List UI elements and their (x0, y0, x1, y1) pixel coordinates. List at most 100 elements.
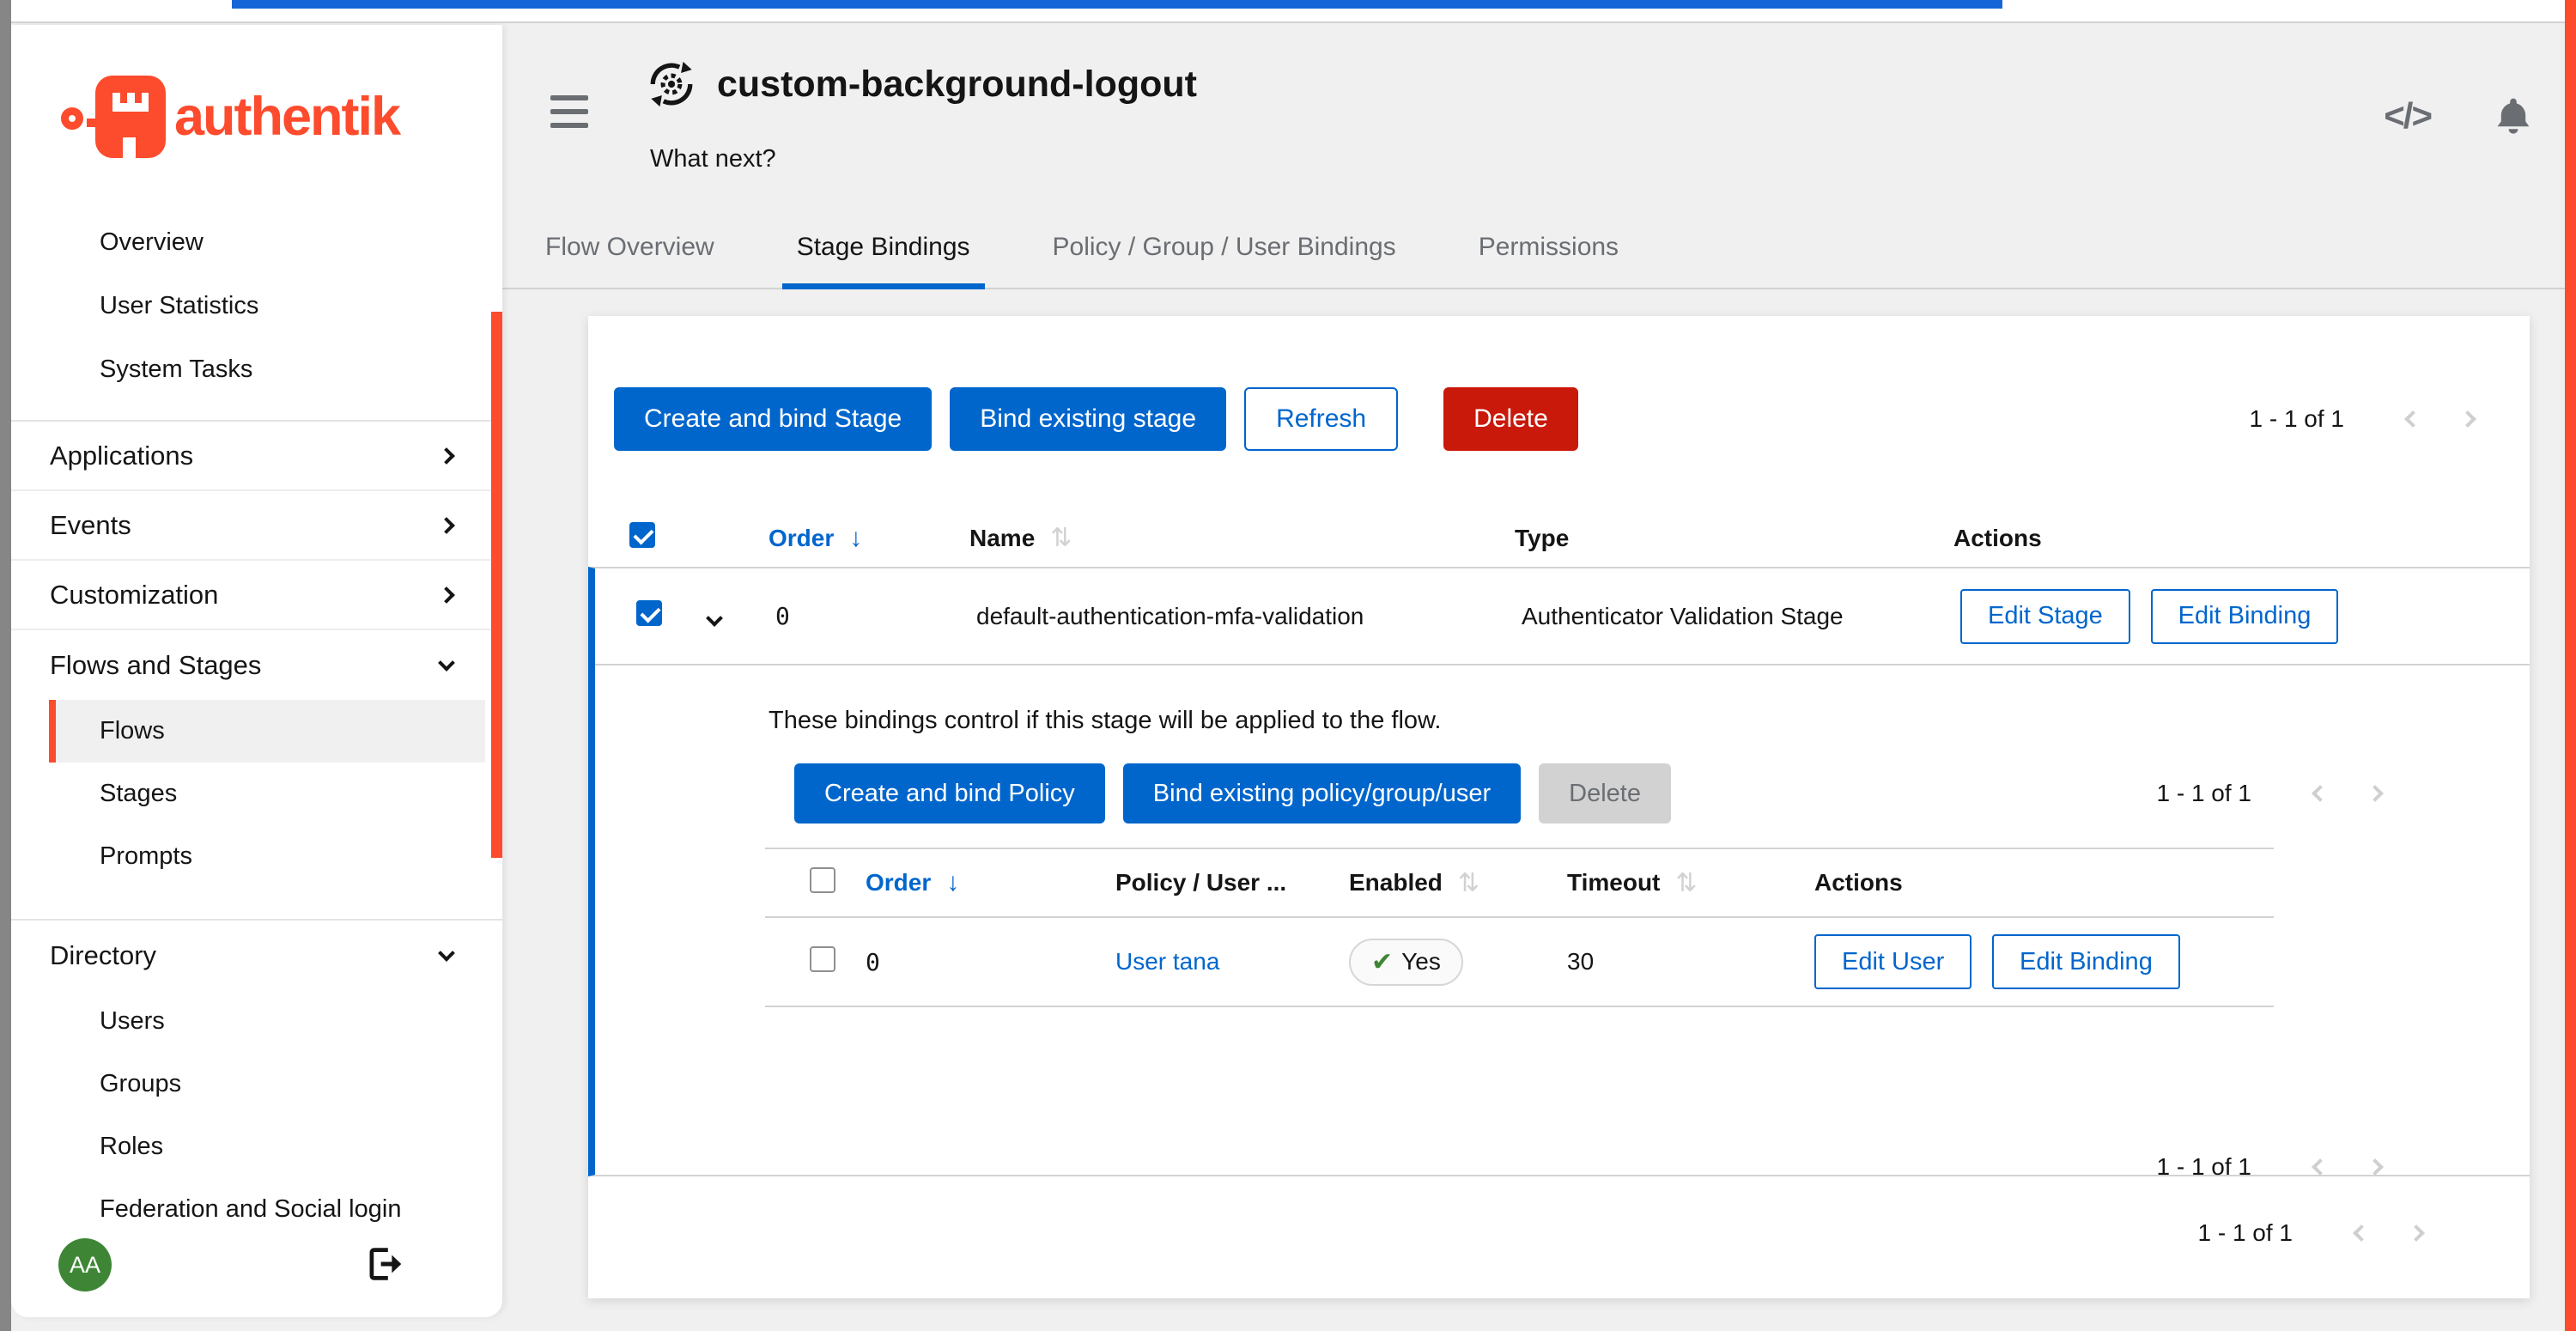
create-and-bind-stage-button[interactable]: Create and bind Stage (614, 387, 932, 451)
sidebar-group-flows-and-stages[interactable]: Flows and Stages (11, 630, 502, 700)
row-type-value: Authenticator Validation Stage (1522, 603, 1844, 629)
api-code-icon[interactable]: </> (2384, 95, 2431, 137)
edit-stage-button[interactable]: Edit Stage (1960, 589, 2130, 644)
column-header-actions: Actions (1814, 869, 2274, 896)
check-icon: ✔ (1371, 947, 1393, 977)
flow-process-icon (647, 59, 696, 109)
sidebar-group-directory[interactable]: Directory (11, 921, 502, 990)
column-header-name[interactable]: Name ⇅ (957, 523, 1503, 553)
select-all-checkbox[interactable] (629, 522, 655, 548)
window-top-strip (11, 0, 2576, 23)
enabled-status-label: Yes (1401, 948, 1441, 975)
chevron-left-icon (2404, 410, 2421, 428)
stage-table-row: 0 default-authentication-mfa-validation … (595, 568, 2530, 666)
sort-both-icon: ⇅ (1050, 523, 1072, 553)
sort-both-icon: ⇅ (1675, 868, 1697, 898)
pagination-prev-button[interactable] (2385, 398, 2440, 440)
tab-flow-overview[interactable]: Flow Overview (531, 207, 729, 288)
policy-delete-button-disabled[interactable]: Delete (1539, 763, 1671, 824)
column-header-enabled[interactable]: Enabled ⇅ (1339, 868, 1557, 898)
pagination-next-button[interactable] (2440, 398, 2495, 440)
directory-children: Users Groups Roles Federation and Social… (11, 990, 502, 1253)
main-area: custom-background-logout What next? </> … (502, 25, 2565, 1331)
chevron-right-icon (438, 517, 455, 534)
page-header: custom-background-logout What next? </> (502, 25, 2565, 207)
authentik-logo-icon (61, 76, 166, 158)
policy-bindings-description: These bindings control if this stage wil… (769, 707, 1441, 735)
hamburger-menu-icon[interactable] (550, 95, 588, 128)
refresh-button[interactable]: Refresh (1244, 387, 1398, 451)
stage-pagination-top: 1 - 1 of 1 (2249, 398, 2495, 440)
expanded-row-group: 0 default-authentication-mfa-validation … (588, 567, 2530, 1176)
stage-toolbar: Create and bind Stage Bind existing stag… (614, 387, 2495, 451)
tab-permissions[interactable]: Permissions (1464, 207, 1633, 288)
policy-select-all-checkbox[interactable] (810, 867, 835, 893)
row-order-value: 0 (775, 602, 790, 630)
chevron-down-icon (438, 945, 455, 962)
sidebar-item-overview[interactable]: Overview (11, 210, 502, 274)
column-header-order[interactable]: Order ↓ (756, 524, 957, 553)
sidebar-item-user-statistics[interactable]: User Statistics (11, 274, 502, 337)
pagination-label: 1 - 1 of 1 (2249, 405, 2344, 433)
sidebar-item-stages[interactable]: Stages (49, 763, 485, 825)
pagination-prev-button[interactable] (2293, 773, 2348, 814)
policy-user-link[interactable]: User tana (1115, 948, 1219, 975)
sidebar-group-applications[interactable]: Applications (11, 422, 502, 491)
tab-stage-bindings[interactable]: Stage Bindings (782, 207, 985, 288)
pagination-prev-button[interactable] (2293, 1146, 2348, 1188)
tab-bar: Flow Overview Stage Bindings Policy / Gr… (502, 207, 2565, 289)
pagination-next-button[interactable] (2348, 1146, 2403, 1188)
pagination-next-button[interactable] (2389, 1212, 2444, 1254)
pagination-next-button[interactable] (2348, 773, 2403, 814)
sidebar-group-events[interactable]: Events (11, 491, 502, 561)
column-header-order[interactable]: Order ↓ (855, 868, 1105, 897)
sidebar-scroll-indicator[interactable] (491, 312, 502, 858)
chevron-right-icon (438, 586, 455, 604)
browser-accent-bar (232, 0, 2002, 9)
bind-existing-policy-button[interactable]: Bind existing policy/group/user (1123, 763, 1521, 824)
sidebar-item-groups[interactable]: Groups (49, 1053, 485, 1115)
sidebar-item-system-tasks[interactable]: System Tasks (11, 337, 502, 401)
policy-table: Order ↓ Policy / User ... Enabled ⇅ Time… (765, 848, 2274, 1007)
create-and-bind-policy-button[interactable]: Create and bind Policy (794, 763, 1105, 824)
avatar[interactable]: AA (58, 1238, 112, 1291)
sort-both-icon: ⇅ (1458, 868, 1479, 898)
edit-user-button[interactable]: Edit User (1814, 934, 1971, 989)
row-checkbox[interactable] (636, 600, 662, 626)
sidebar-item-prompts[interactable]: Prompts (49, 825, 485, 888)
policy-bindings-expansion: These bindings control if this stage wil… (595, 666, 2530, 1175)
pagination-label: 1 - 1 of 1 (2197, 1219, 2293, 1247)
chevron-right-icon (2366, 785, 2384, 802)
policy-pagination-bottom: 1 - 1 of 1 (2156, 1146, 2403, 1188)
brand-text: authentik (174, 86, 399, 148)
pagination-prev-button[interactable] (2334, 1212, 2389, 1254)
sidebar-group-customization[interactable]: Customization (11, 561, 502, 630)
flows-and-stages-children: Flows Stages Prompts (11, 700, 502, 900)
chevron-right-icon (2459, 410, 2476, 428)
edit-binding-button[interactable]: Edit Binding (1992, 934, 2180, 989)
stage-table-header: Order ↓ Name ⇅ Type Actions (588, 509, 2530, 567)
tab-policy-group-user-bindings[interactable]: Policy / Group / User Bindings (1038, 207, 1411, 288)
bind-existing-stage-button[interactable]: Bind existing stage (950, 387, 1226, 451)
notification-bell-icon[interactable] (2493, 95, 2534, 137)
sign-out-icon[interactable] (368, 1247, 405, 1281)
page-scrollbar[interactable] (2565, 0, 2576, 1331)
chevron-left-icon (2312, 785, 2329, 802)
column-header-timeout[interactable]: Timeout ⇅ (1557, 868, 1814, 898)
column-header-actions: Actions (1941, 525, 2530, 552)
column-header-policy-user: Policy / User ... (1105, 869, 1339, 896)
delete-button[interactable]: Delete (1443, 387, 1578, 451)
sort-descending-icon: ↓ (946, 868, 959, 897)
sidebar-item-roles[interactable]: Roles (49, 1115, 485, 1178)
edit-binding-button[interactable]: Edit Binding (2151, 589, 2339, 644)
sidebar-item-users[interactable]: Users (49, 990, 485, 1053)
page-title: custom-background-logout (717, 64, 1197, 106)
row-expander-chevron-down-icon[interactable] (706, 610, 723, 627)
policy-row-checkbox[interactable] (810, 946, 835, 972)
policy-row-timeout-value: 30 (1567, 948, 1594, 975)
sidebar-item-flows[interactable]: Flows (49, 700, 485, 763)
policy-row-order-value: 0 (866, 948, 880, 976)
sidebar-top-nav: Overview User Statistics System Tasks (11, 210, 502, 401)
brand[interactable]: authentik (61, 75, 502, 159)
column-header-type: Type (1503, 525, 1941, 552)
